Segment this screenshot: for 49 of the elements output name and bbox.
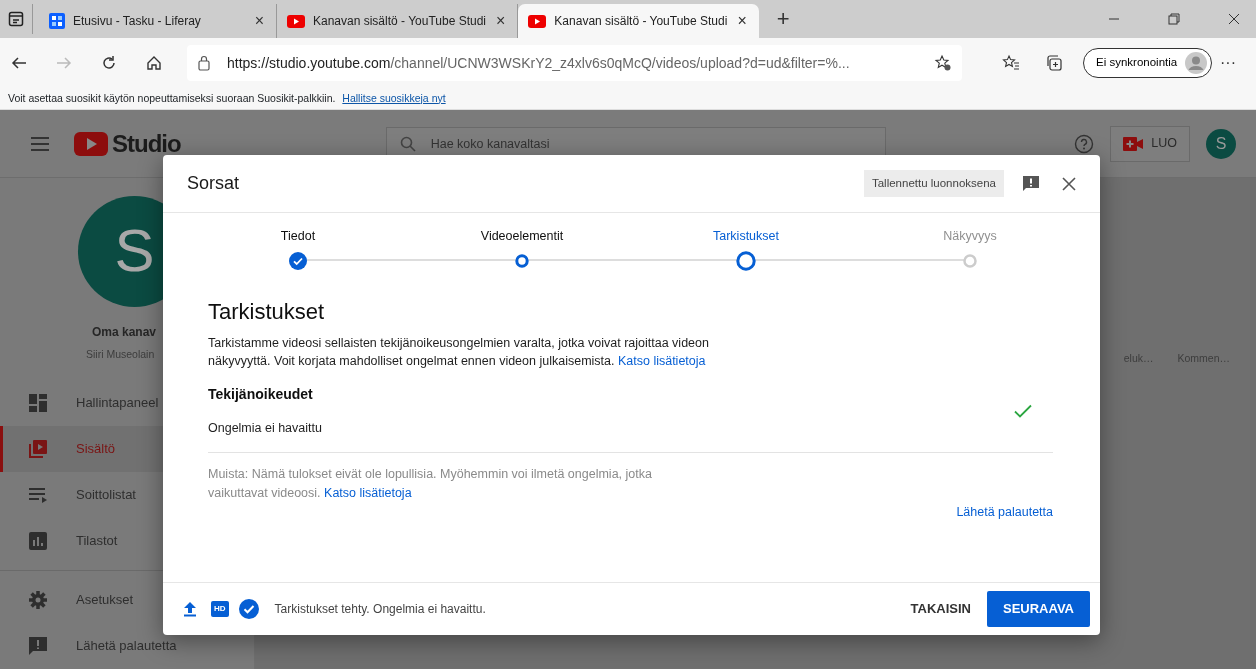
- play-logo-icon: [74, 131, 108, 156]
- send-feedback-link[interactable]: Lähetä palautetta: [956, 502, 1053, 522]
- channel-name: Oma kanav: [92, 323, 157, 341]
- close-icon[interactable]: [1228, 13, 1240, 25]
- dialog-title: Sorsat: [187, 172, 240, 195]
- footer-status: Tarkistukset tehty. Ongelmia ei havaittu.: [274, 601, 486, 618]
- search-icon: [399, 135, 416, 152]
- camera-plus-icon: [1123, 136, 1144, 151]
- close-icon[interactable]: [1062, 176, 1076, 191]
- close-button[interactable]: ×: [735, 13, 749, 29]
- help-icon[interactable]: [1074, 133, 1095, 154]
- back-button[interactable]: TAKAISIN: [902, 599, 979, 619]
- address-field[interactable]: https://studio.youtube.com/channel/UCNW3WSKrY2_z4xlv6s0qMcQ/videos/upload?d=ud&filter=%...: [187, 45, 962, 81]
- collections-icon[interactable]: [1045, 54, 1063, 72]
- browser-tab[interactable]: Kanavan sisältö - YouTube Studi ×: [518, 4, 759, 38]
- upload-icon: [183, 601, 197, 617]
- close-button[interactable]: ×: [252, 13, 266, 29]
- account-avatar[interactable]: S: [1206, 128, 1236, 159]
- channel-owner: Siiri Museolain: [86, 346, 155, 362]
- next-button[interactable]: SEURAAVA: [986, 591, 1090, 627]
- learn-more-link[interactable]: Katso lisätietoja: [324, 485, 412, 500]
- create-button[interactable]: LUO: [1110, 125, 1190, 162]
- tab-actions-icon[interactable]: [8, 11, 24, 27]
- feedback-icon[interactable]: [1022, 174, 1040, 193]
- home-icon[interactable]: [145, 54, 163, 72]
- step-label[interactable]: Tiedot: [280, 227, 316, 251]
- learn-more-link[interactable]: Katso lisätietoja: [617, 354, 706, 368]
- profile-silhouette-icon: [1185, 52, 1208, 74]
- manage-favorites-link[interactable]: Hallitse suosikkeja nyt: [342, 91, 446, 104]
- check-circle-icon: [238, 599, 259, 619]
- draft-status-badge: Tallennettu luonnoksena: [863, 169, 1004, 198]
- hd-badge: HD: [211, 601, 229, 617]
- new-tab-button[interactable]: +: [774, 8, 792, 30]
- sync-button[interactable]: Ei synkronointia: [1083, 48, 1213, 78]
- step-label[interactable]: Videoelementit: [480, 227, 564, 251]
- refresh-icon[interactable]: [100, 54, 118, 72]
- favorites-bar-message: Voit asettaa suosikit käytön nopeuttamiseksi suoraan Suosikit-palkkiin. Hallitse suosikkeja nyt: [8, 90, 446, 106]
- intro-text: Tarkistamme videosi sellaisten tekijänoikeusongelmien varalta, jotka voivat rajoittaa videon näkyvyyttä. Voit korjata mahdolliset ongelmat ennen videon julkaisemista. Katso lisätietoja: [208, 335, 710, 370]
- step-label[interactable]: Tarkistukset: [713, 227, 779, 251]
- check-title: Tekijänoikeudet: [208, 385, 314, 404]
- section-heading: Tarkistukset: [208, 298, 326, 326]
- close-button[interactable]: ×: [494, 13, 508, 29]
- restore-icon[interactable]: [1168, 13, 1180, 25]
- menu-icon[interactable]: [30, 135, 50, 152]
- logo-text: Studio: [112, 128, 181, 159]
- lock-icon: [197, 55, 211, 71]
- favorites-icon[interactable]: [1002, 54, 1020, 72]
- more-button[interactable]: ···: [1218, 55, 1238, 71]
- star-add-icon[interactable]: [934, 54, 952, 72]
